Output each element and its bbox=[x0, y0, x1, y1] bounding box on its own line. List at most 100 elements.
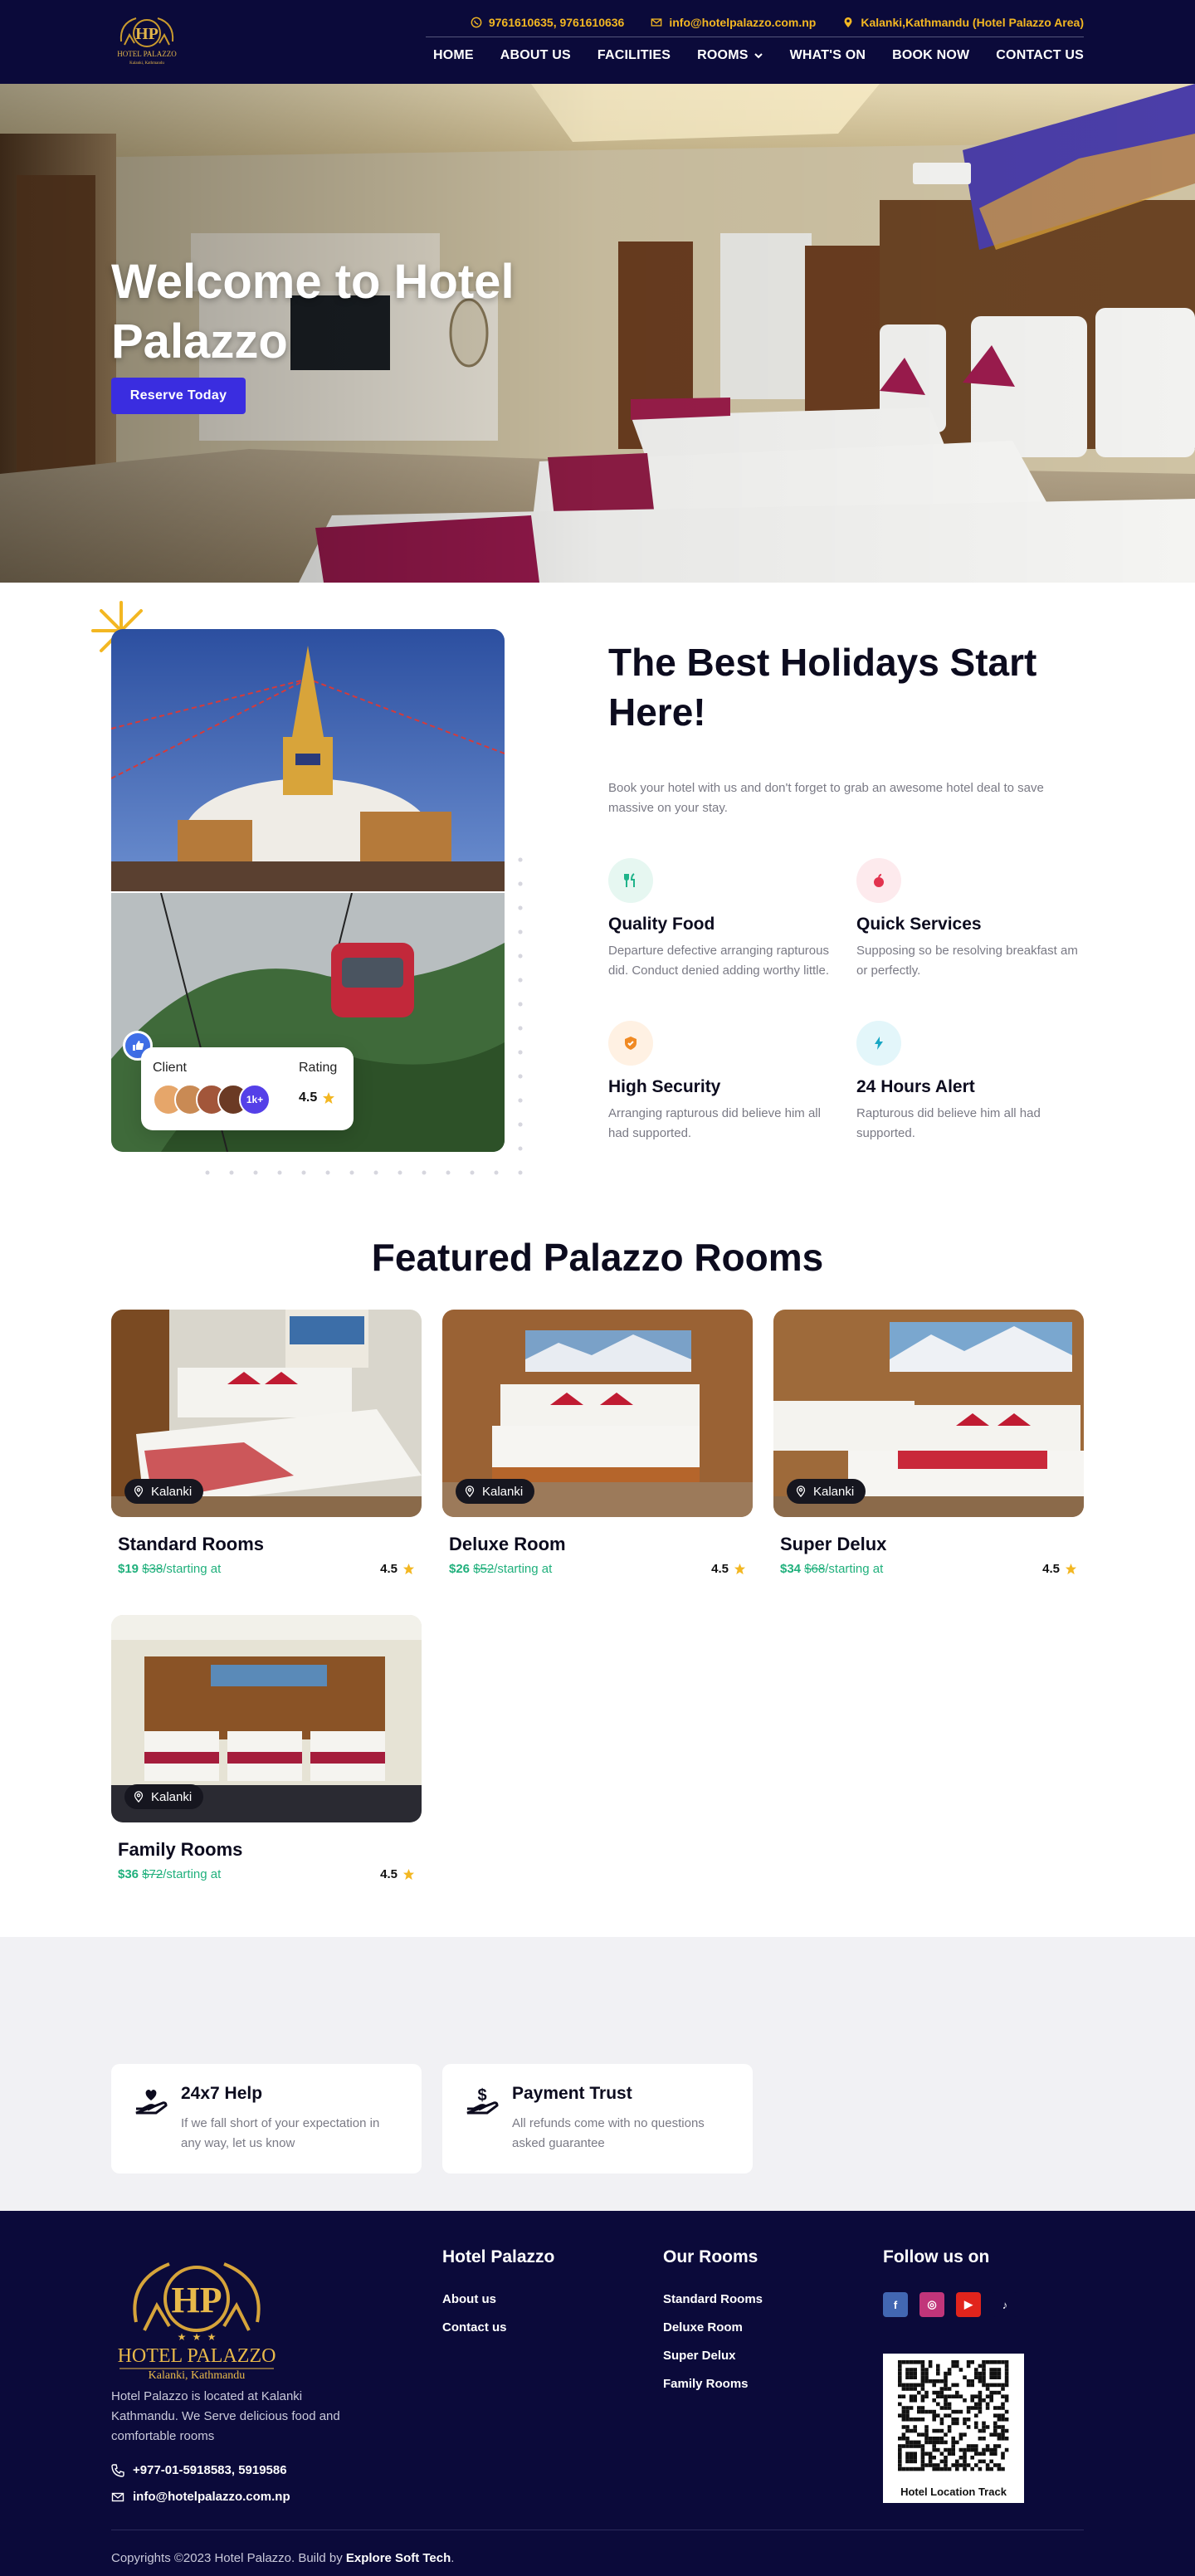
current-price: $26 bbox=[449, 1562, 471, 1576]
site-footer: HP ★ ★ ★ HOTEL PALAZZO Kalanki, Kathmand… bbox=[0, 2211, 1195, 2576]
feature-title: High Security bbox=[608, 1077, 721, 1096]
footer-link-super-delux[interactable]: Super Delux bbox=[663, 2349, 763, 2363]
starting-label: /starting at bbox=[825, 1562, 884, 1576]
room-image[interactable]: Kalanki bbox=[773, 1310, 1084, 1517]
nav-about-us[interactable]: ABOUT US bbox=[500, 48, 571, 63]
footer-column-title: Our Rooms bbox=[663, 2247, 758, 2266]
rating-text: 4.5 bbox=[380, 1867, 398, 1881]
room-card-family[interactable]: Kalanki Family Rooms $36 $72/starting at… bbox=[111, 1615, 422, 1881]
qr-caption: Hotel Location Track bbox=[900, 2486, 1007, 2498]
footer-link-deluxe-room[interactable]: Deluxe Room bbox=[663, 2320, 763, 2334]
nav-facilities[interactable]: FACILITIES bbox=[598, 48, 671, 63]
hand-heart-icon bbox=[135, 2090, 168, 2115]
star-icon bbox=[734, 1563, 746, 1575]
feature-text: Supposing so be resolving breakfast am o… bbox=[856, 944, 1078, 978]
footer-column-rooms: Our Rooms Standard Rooms Deluxe Room Sup… bbox=[663, 2247, 763, 2405]
copyright-prefix: Copyrights ©2023 Hotel Palazzo. Build by bbox=[111, 2551, 346, 2565]
room-rating: 4.5 bbox=[380, 1867, 415, 1881]
room-price-row: $36 $72/starting at 4.5 bbox=[118, 1867, 415, 1881]
feature-text: Arranging rapturous did believe him all … bbox=[608, 1106, 821, 1140]
star-icon bbox=[402, 1868, 415, 1881]
top-contact-bar: 9761610635, 9761610636 info@hotelpalazzo… bbox=[471, 12, 1084, 33]
email-contact[interactable]: info@hotelpalazzo.com.np bbox=[651, 16, 816, 29]
hotel-logo[interactable]: HP HOTEL PALAZZO Kalanki, Kathmandu bbox=[111, 12, 183, 71]
footer-link-standard-rooms[interactable]: Standard Rooms bbox=[663, 2292, 763, 2306]
about-description: Book your hotel with us and don't forget… bbox=[608, 781, 1044, 815]
svg-text:HP: HP bbox=[135, 25, 159, 43]
feature-icon-bg bbox=[608, 858, 653, 903]
phone-icon bbox=[111, 2463, 124, 2477]
svg-text:HOTEL PALAZZO: HOTEL PALAZZO bbox=[118, 2345, 276, 2367]
svg-text:$: $ bbox=[477, 2086, 486, 2105]
footer-logo[interactable]: HP ★ ★ ★ HOTEL PALAZZO Kalanki, Kathmand… bbox=[111, 2247, 282, 2382]
footer-column-title: Hotel Palazzo bbox=[442, 2247, 555, 2266]
nav-book-now[interactable]: BOOK NOW bbox=[892, 48, 969, 63]
nav-contact-us[interactable]: CONTACT US bbox=[996, 48, 1084, 63]
nav-rooms[interactable]: ROOMS bbox=[697, 48, 763, 63]
room-card-standard[interactable]: Kalanki Standard Rooms $19 $38/starting … bbox=[111, 1310, 422, 1576]
reserve-today-button[interactable]: Reserve Today bbox=[111, 378, 246, 414]
client-count-badge: 1k+ bbox=[239, 1084, 271, 1115]
svg-text:HP: HP bbox=[171, 2280, 222, 2320]
tiktok-icon[interactable]: ♪ bbox=[993, 2292, 1017, 2317]
footer-email[interactable]: info@hotelpalazzo.com.np bbox=[111, 2490, 290, 2504]
rooms-section-title: Featured Palazzo Rooms bbox=[371, 1236, 824, 1279]
location-contact[interactable]: Kalanki,Kathmandu (Hotel Palazzo Area) bbox=[842, 16, 1084, 29]
room-name[interactable]: Standard Rooms bbox=[118, 1534, 415, 1555]
nav-whats-on[interactable]: WHAT'S ON bbox=[790, 48, 866, 63]
starting-label: /starting at bbox=[494, 1562, 553, 1576]
footer-phone[interactable]: +977-01-5918583, 5919586 bbox=[111, 2463, 287, 2477]
location-badge: Kalanki bbox=[787, 1479, 866, 1504]
location-text: Kalanki bbox=[813, 1484, 855, 1499]
svg-text:★: ★ bbox=[207, 2331, 217, 2343]
footer-email-text: info@hotelpalazzo.com.np bbox=[133, 2490, 290, 2504]
room-rating: 4.5 bbox=[711, 1562, 746, 1576]
phone-contact[interactable]: 9761610635, 9761610636 bbox=[471, 16, 624, 29]
map-pin-icon bbox=[844, 17, 852, 28]
footer-link-family-rooms[interactable]: Family Rooms bbox=[663, 2377, 763, 2391]
star-icon bbox=[402, 1563, 415, 1575]
map-pin-icon bbox=[796, 1486, 806, 1497]
site-header: HP HOTEL PALAZZO Kalanki, Kathmandu 9761… bbox=[0, 0, 1195, 84]
youtube-icon[interactable]: ▶ bbox=[956, 2292, 981, 2317]
rating-text: 4.5 bbox=[380, 1562, 398, 1576]
footer-link-contact[interactable]: Contact us bbox=[442, 2320, 554, 2334]
feature-quality-food: Quality Food Departure defective arrangi… bbox=[608, 858, 841, 981]
room-card-super-delux[interactable]: Kalanki Super Delux $34 $68/starting at … bbox=[773, 1310, 1084, 1576]
support-text: All refunds come with no questions asked… bbox=[512, 2116, 705, 2150]
old-price: $52 bbox=[473, 1562, 495, 1576]
instagram-icon[interactable]: ◎ bbox=[919, 2292, 944, 2317]
old-price: $72 bbox=[142, 1867, 163, 1881]
client-avatars: 1k+ bbox=[153, 1084, 271, 1115]
current-price: $34 bbox=[780, 1562, 802, 1576]
room-image[interactable]: Kalanki bbox=[111, 1310, 422, 1517]
room-price: $36 $72/starting at bbox=[118, 1867, 221, 1881]
star-icon bbox=[1065, 1563, 1077, 1575]
room-price-row: $26 $52/starting at 4.5 bbox=[449, 1562, 746, 1576]
room-name[interactable]: Deluxe Room bbox=[449, 1534, 746, 1555]
facebook-icon[interactable]: f bbox=[883, 2292, 908, 2317]
nav-home[interactable]: HOME bbox=[433, 48, 474, 63]
location-text: Kalanki bbox=[151, 1789, 193, 1804]
room-price: $26 $52/starting at bbox=[449, 1562, 552, 1576]
feature-icon-bg bbox=[856, 858, 901, 903]
chevron-down-icon bbox=[754, 53, 763, 59]
rating-label: Rating bbox=[299, 1061, 338, 1075]
utensils-icon bbox=[624, 873, 635, 887]
svg-text:★: ★ bbox=[178, 2331, 187, 2343]
copyright-brand-link[interactable]: Explore Soft Tech bbox=[346, 2551, 451, 2565]
client-rating-card: Client Rating 1k+ 4.5 bbox=[141, 1047, 354, 1130]
room-image[interactable]: Kalanki bbox=[442, 1310, 753, 1517]
room-name[interactable]: Super Delux bbox=[780, 1534, 1077, 1555]
room-name[interactable]: Family Rooms bbox=[118, 1839, 415, 1861]
social-links: f ◎ ▶ ♪ bbox=[883, 2292, 1017, 2317]
room-image[interactable]: Kalanki bbox=[111, 1615, 422, 1822]
copyright: Copyrights ©2023 Hotel Palazzo. Build by… bbox=[111, 2551, 454, 2565]
footer-link-about[interactable]: About us bbox=[442, 2292, 554, 2306]
old-price: $38 bbox=[142, 1562, 163, 1576]
location-qr-code[interactable]: Hotel Location Track bbox=[883, 2354, 1024, 2503]
footer-description: Hotel Palazzo is located at Kalanki Kath… bbox=[111, 2389, 340, 2443]
location-badge: Kalanki bbox=[124, 1479, 204, 1504]
room-card-deluxe[interactable]: Kalanki Deluxe Room $26 $52/starting at … bbox=[442, 1310, 753, 1576]
room-rating: 4.5 bbox=[1042, 1562, 1077, 1576]
